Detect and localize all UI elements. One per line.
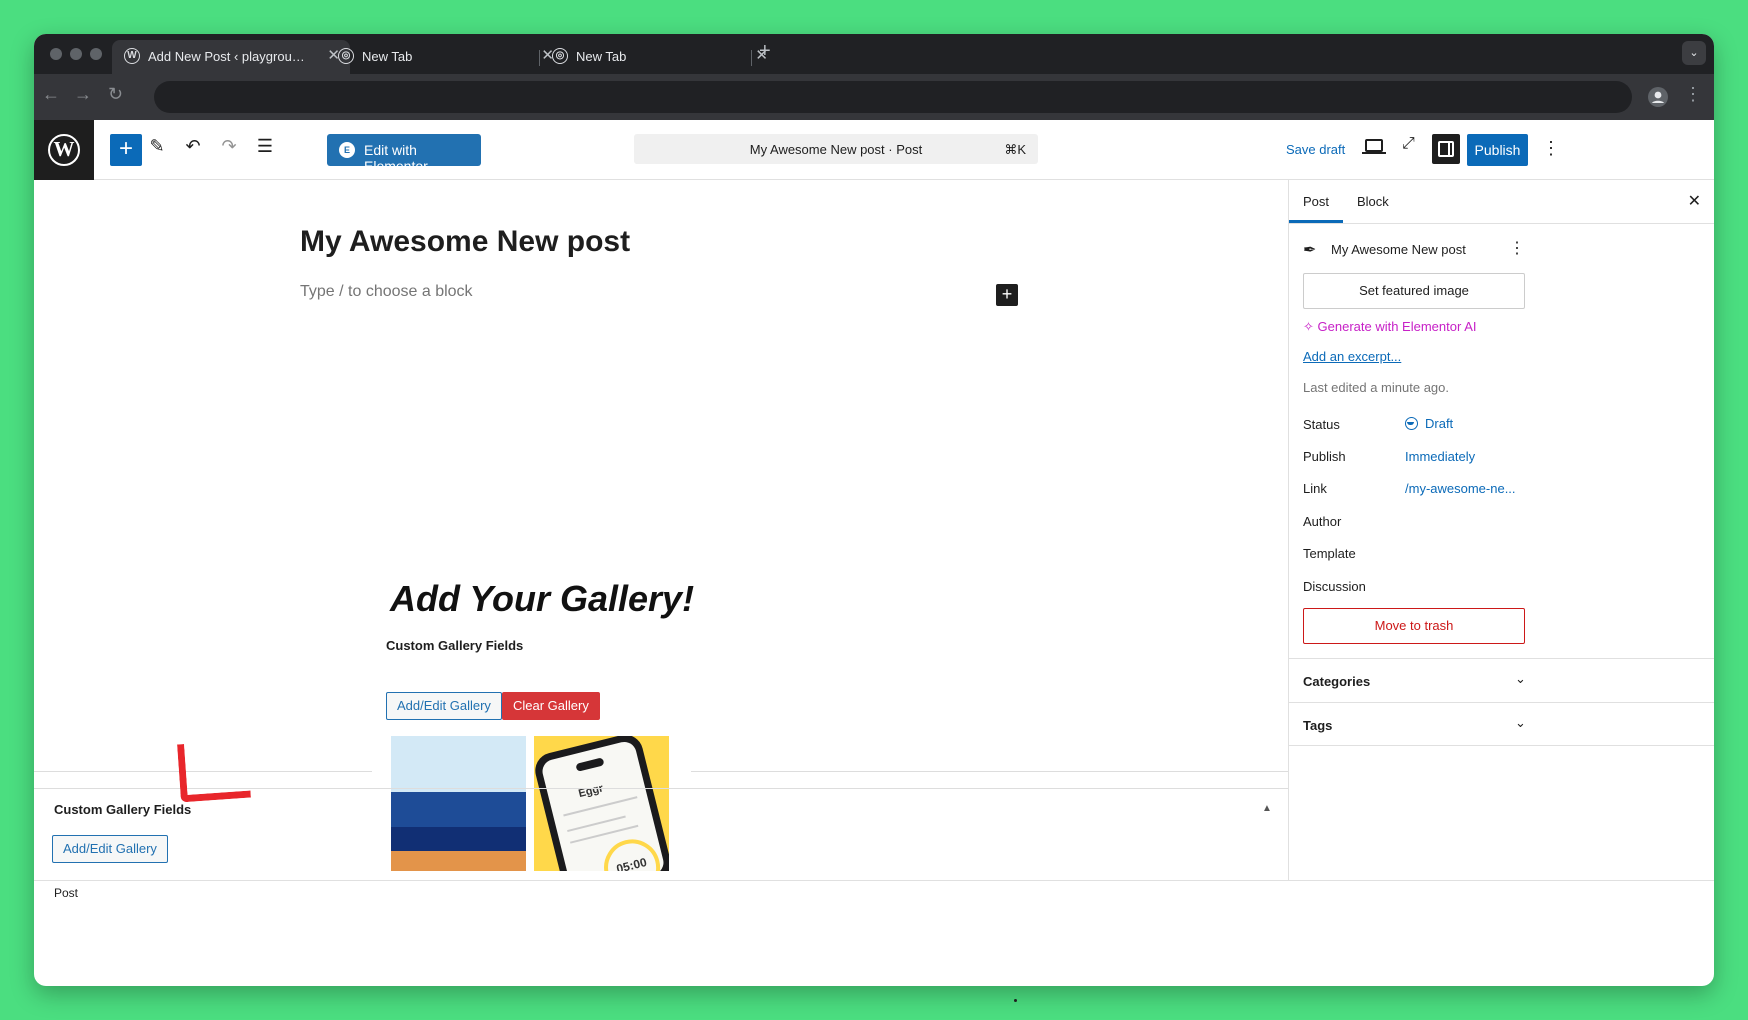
metabox-add-edit-gallery-button[interactable]: Add/Edit Gallery bbox=[52, 835, 168, 863]
document-title: My Awesome New post · Post bbox=[749, 142, 923, 157]
generate-elementor-ai-link[interactable]: ✧ Generate with Elementor AI bbox=[1303, 319, 1477, 335]
window-minimize-dot[interactable] bbox=[70, 48, 82, 60]
publish-label: Publish bbox=[1303, 449, 1346, 464]
sidebar-icon bbox=[1438, 141, 1454, 157]
address-bar[interactable] bbox=[154, 81, 1632, 113]
categories-panel[interactable]: Categories ⌄ bbox=[1289, 658, 1714, 702]
tab-title: New Tab bbox=[362, 49, 413, 64]
status-value-text: Draft bbox=[1425, 416, 1454, 431]
tab-title: New Tab bbox=[576, 49, 627, 64]
close-icon[interactable]: ✕ bbox=[1688, 191, 1701, 211]
tab-add-new-post[interactable]: W Add New Post ‹ playground — WordPress … bbox=[112, 40, 350, 74]
last-edited-text: Last edited a minute ago. bbox=[1303, 380, 1449, 395]
tab-new-tab-1[interactable]: ◎ New Tab ✕ bbox=[326, 40, 564, 74]
block-placeholder[interactable]: Type / to choose a block bbox=[300, 283, 473, 301]
tab-search-chevron-icon[interactable]: ⌄ bbox=[1682, 41, 1706, 65]
editor-header: W + ✎ ↶ ↷ ☰ E Edit with Elementor My Awe… bbox=[34, 120, 1714, 180]
breadcrumb-post[interactable]: Post bbox=[54, 886, 78, 900]
active-tab-indicator bbox=[1289, 220, 1343, 223]
sidebar-tabs: Post Block ✕ bbox=[1289, 180, 1714, 224]
wordpress-icon: W bbox=[124, 48, 140, 64]
tab-strip: W Add New Post ‹ playground — WordPress … bbox=[34, 34, 1714, 74]
undo-icon[interactable]: ↶ bbox=[180, 136, 206, 164]
elementor-icon: E bbox=[339, 142, 355, 158]
tab-post[interactable]: Post bbox=[1303, 194, 1329, 209]
tab-separator bbox=[751, 50, 752, 66]
clear-gallery-button[interactable]: Clear Gallery bbox=[502, 692, 600, 720]
block-inserter-button[interactable]: + bbox=[110, 134, 142, 166]
publish-button[interactable]: Publish bbox=[1467, 134, 1528, 166]
new-tab-plus-icon[interactable]: + bbox=[759, 40, 771, 63]
save-draft-button[interactable]: Save draft bbox=[1286, 142, 1345, 157]
editor-canvas: My Awesome New post Type / to choose a b… bbox=[34, 180, 1288, 880]
add-excerpt-link[interactable]: Add an excerpt... bbox=[1303, 349, 1401, 364]
editor-footer: Post bbox=[34, 880, 1714, 904]
metabox-title: Custom Gallery Fields bbox=[54, 802, 192, 817]
gallery-fields-label: Custom Gallery Fields bbox=[386, 638, 524, 653]
set-featured-image-button[interactable]: Set featured image bbox=[1303, 273, 1525, 309]
chevron-down-icon: ⌄ bbox=[1515, 715, 1526, 730]
gallery-heading: Add Your Gallery! bbox=[390, 578, 695, 619]
redo-icon[interactable]: ↷ bbox=[216, 136, 242, 164]
chevron-down-icon: ⌄ bbox=[1515, 671, 1526, 686]
draft-status-icon bbox=[1405, 417, 1418, 430]
command-palette-bar[interactable]: My Awesome New post · Post ⌘K bbox=[634, 134, 1038, 164]
sidebar-post-title: My Awesome New post bbox=[1331, 242, 1466, 257]
inline-inserter-plus-icon[interactable]: + bbox=[996, 284, 1018, 306]
window-close-dot[interactable] bbox=[50, 48, 62, 60]
settings-sidebar: Post Block ✕ ✒ My Awesome New post ⋮ Set… bbox=[1288, 180, 1714, 880]
tab-title: Add New Post ‹ playground — WordPress bbox=[148, 49, 312, 64]
keyboard-shortcut: ⌘K bbox=[1004, 142, 1026, 157]
sparkle-icon: ✧ bbox=[1303, 319, 1318, 334]
browser-toolbar: ← → ↻ ⋮ bbox=[34, 74, 1714, 120]
publish-date-button[interactable]: Immediately bbox=[1405, 449, 1475, 464]
wordpress-icon: W bbox=[48, 134, 80, 166]
custom-gallery-metabox: Custom Gallery Fields Add/Edit Gallery ▲ bbox=[34, 788, 1288, 880]
post-feather-icon: ✒ bbox=[1303, 242, 1317, 259]
post-title[interactable]: My Awesome New post bbox=[300, 225, 630, 259]
generate-ai-label: Generate with Elementor AI bbox=[1317, 319, 1477, 334]
edit-pencil-icon[interactable]: ✎ bbox=[144, 136, 170, 164]
tab-block[interactable]: Block bbox=[1357, 194, 1389, 209]
reload-icon[interactable]: ↻ bbox=[108, 84, 123, 105]
chrome-icon: ◎ bbox=[552, 48, 568, 64]
tab-new-tab-2[interactable]: ◎ New Tab ✕ bbox=[540, 40, 778, 74]
collapse-triangle-icon[interactable]: ▲ bbox=[1262, 803, 1272, 814]
add-edit-gallery-button[interactable]: Add/Edit Gallery bbox=[386, 692, 502, 720]
divider bbox=[691, 771, 1288, 772]
device-preview-icon[interactable] bbox=[1362, 139, 1386, 154]
link-label: Link bbox=[1303, 481, 1327, 496]
window-zoom-dot[interactable] bbox=[90, 48, 102, 60]
move-to-trash-button[interactable]: Move to trash bbox=[1303, 608, 1525, 644]
profile-icon[interactable] bbox=[1648, 87, 1668, 107]
post-actions-icon[interactable]: ⋮ bbox=[1509, 238, 1525, 258]
tags-panel[interactable]: Tags ⌄ bbox=[1289, 702, 1714, 746]
back-arrow-icon[interactable]: ← bbox=[42, 84, 60, 105]
browser-menu-icon[interactable]: ⋮ bbox=[1684, 84, 1702, 105]
document-overview-icon[interactable]: ☰ bbox=[252, 136, 278, 164]
status-label: Status bbox=[1303, 417, 1340, 432]
options-menu-icon[interactable]: ⋮ bbox=[1542, 138, 1560, 159]
categories-label: Categories bbox=[1303, 674, 1371, 689]
fullscreen-icon[interactable]: ⤢ bbox=[1402, 135, 1415, 153]
wordpress-logo[interactable]: W bbox=[34, 120, 94, 180]
status-value[interactable]: Draft bbox=[1405, 416, 1453, 431]
author-label: Author bbox=[1303, 514, 1342, 529]
red-checkmark-annotation bbox=[177, 739, 251, 803]
settings-sidebar-toggle[interactable] bbox=[1432, 134, 1460, 164]
discussion-label: Discussion bbox=[1303, 579, 1366, 594]
forward-arrow-icon[interactable]: → bbox=[74, 84, 92, 105]
template-label: Template bbox=[1303, 546, 1356, 561]
stray-dot bbox=[1014, 999, 1017, 1002]
elementor-label: Edit with Elementor bbox=[364, 142, 428, 174]
browser-window: W Add New Post ‹ playground — WordPress … bbox=[34, 34, 1714, 986]
tags-label: Tags bbox=[1303, 718, 1333, 733]
edit-with-elementor-button[interactable]: E Edit with Elementor bbox=[327, 134, 481, 174]
chrome-icon: ◎ bbox=[338, 48, 354, 64]
permalink-button[interactable]: /my-awesome-ne... bbox=[1405, 481, 1516, 496]
